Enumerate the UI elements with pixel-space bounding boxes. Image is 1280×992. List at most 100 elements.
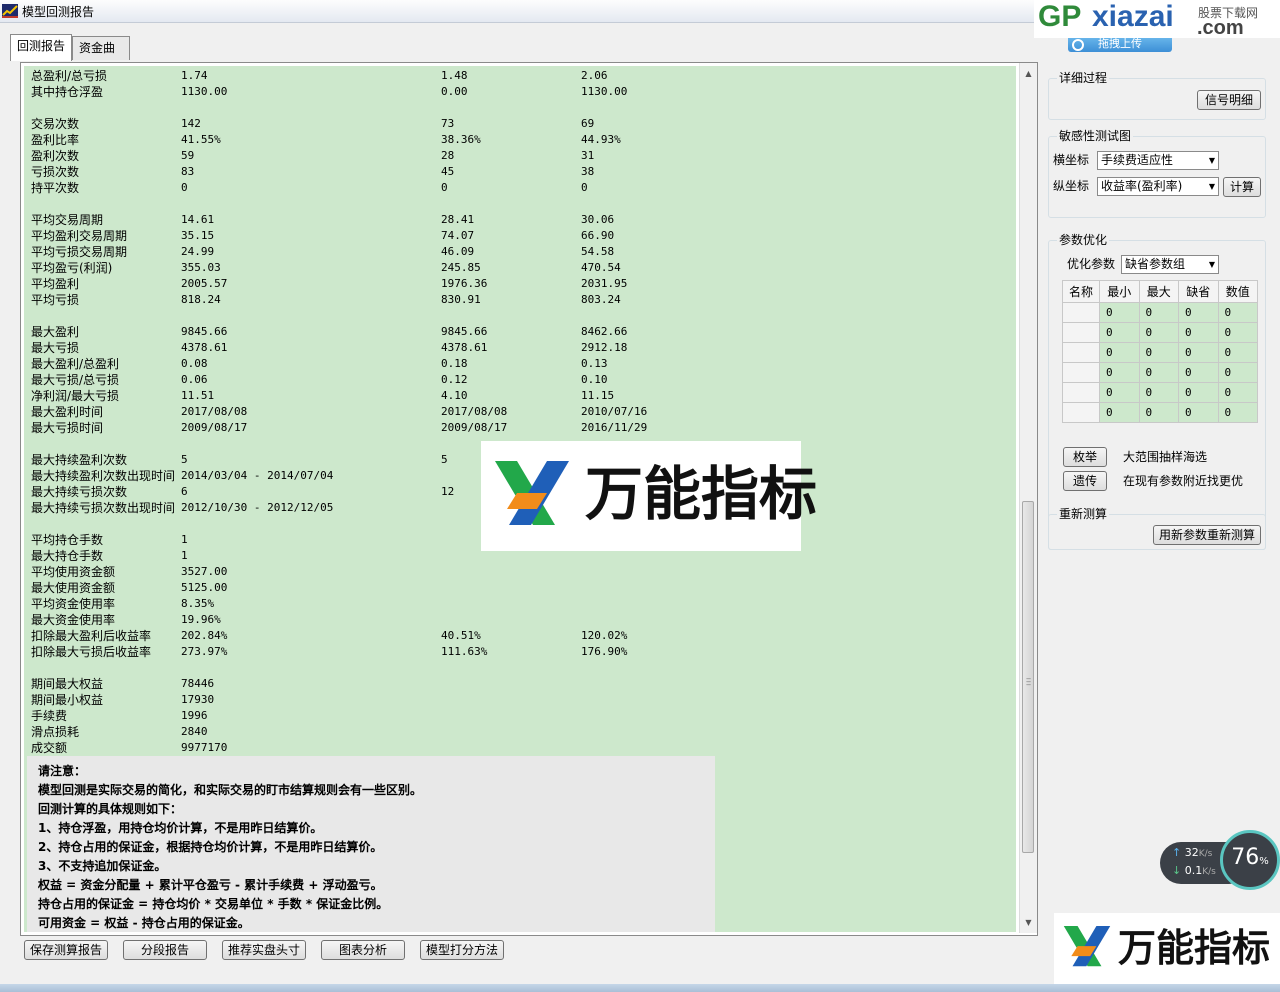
optimize-group-title: 参数优化 [1057, 232, 1110, 248]
report-scrollbar[interactable]: ▲ ‒ ‒ ‒ ▼ [1019, 63, 1037, 933]
stat-value: 5125.00 [181, 581, 228, 594]
stat-value: 2010/07/16 [581, 405, 648, 418]
chevron-down-icon: ▼ [1208, 156, 1215, 165]
tab-backtest-report[interactable]: 回测报告 [10, 34, 72, 61]
table-cell[interactable]: 0 [1217, 342, 1258, 363]
table-cell[interactable] [1062, 302, 1100, 323]
table-cell[interactable]: 0 [1138, 322, 1179, 343]
calculate-button[interactable]: 计算 [1223, 177, 1261, 197]
col-name: 名称 [1062, 280, 1100, 303]
table-cell[interactable]: 0 [1099, 382, 1140, 403]
table-cell[interactable] [1062, 342, 1100, 363]
stat-label: 成交额 [31, 741, 68, 755]
table-cell[interactable]: 0 [1138, 402, 1179, 423]
scroll-up-icon[interactable]: ▲ [1020, 65, 1037, 82]
table-cell[interactable]: 0 [1099, 302, 1140, 323]
scroll-down-icon[interactable]: ▼ [1020, 914, 1037, 931]
upload-label: 拖拽上传 [1098, 38, 1142, 50]
stat-value: 1 [181, 533, 188, 546]
table-cell[interactable]: 0 [1178, 382, 1219, 403]
enumerate-button[interactable]: 枚举 [1063, 447, 1107, 467]
brand-name: 万能指标 [585, 460, 818, 528]
download-arrow-icon: ↓ [1172, 864, 1182, 877]
save-report-button[interactable]: 保存测算报告 [24, 940, 108, 960]
table-row[interactable]: 0000 [1062, 342, 1258, 363]
stat-value: 0 [181, 181, 188, 194]
stat-value: 73 [441, 117, 455, 130]
table-cell[interactable]: 0 [1217, 302, 1258, 323]
table-cell[interactable]: 0 [1138, 362, 1179, 383]
table-cell[interactable]: 0 [1178, 302, 1219, 323]
table-cell[interactable] [1062, 322, 1100, 343]
table-row[interactable]: 0000 [1062, 362, 1258, 383]
stat-value: 818.24 [181, 293, 221, 306]
sensitivity-group-title: 敏感性测试图 [1057, 128, 1134, 144]
table-cell[interactable]: 0 [1138, 302, 1179, 323]
table-cell[interactable]: 0 [1138, 342, 1179, 363]
stat-value: 1 [181, 549, 188, 562]
table-cell[interactable]: 0 [1099, 342, 1140, 363]
table-cell[interactable]: 0 [1099, 402, 1140, 423]
stat-value: 2009/08/17 [441, 421, 508, 434]
segment-report-button[interactable]: 分段报告 [123, 940, 207, 960]
stat-value: 0 [441, 181, 448, 194]
network-speed-widget[interactable]: ↑ 32K/s ↓ 0.1K/s 76% [1160, 830, 1280, 894]
stat-value: 41.55% [181, 133, 221, 146]
x-axis-select[interactable]: 手续费适应性 ▼ [1097, 151, 1219, 170]
stat-value: 245.85 [441, 261, 481, 274]
stat-value: 1130.00 [181, 85, 228, 98]
stat-label: 最大亏损 [31, 341, 80, 355]
table-cell[interactable]: 0 [1217, 362, 1258, 383]
brand-watermark-corner: 万能指标 [1054, 913, 1280, 984]
stat-value: 0 [581, 181, 588, 194]
table-cell[interactable] [1062, 402, 1100, 423]
table-cell[interactable]: 0 [1217, 402, 1258, 423]
optimize-param-select[interactable]: 缺省参数组 ▼ [1121, 255, 1219, 274]
recalculate-button[interactable]: 用新参数重新测算 [1153, 525, 1261, 545]
note-line: 持仓占用的保证金 = 持仓均价 * 交易单位 * 手数 * 保证金比例。 [38, 897, 389, 911]
site-watermark: GP xiazai .com 股票下载网 [1034, 0, 1280, 39]
recommend-position-button[interactable]: 推荐实盘头寸 [222, 940, 306, 960]
table-row[interactable]: 0000 [1062, 302, 1258, 323]
stat-label: 其中持仓浮盈 [31, 85, 104, 99]
note-line: 模型回测是实际交易的简化，和实际交易的盯市结算规则会有一些区别。 [38, 783, 423, 797]
table-cell[interactable]: 0 [1099, 322, 1140, 343]
table-row[interactable]: 0000 [1062, 402, 1258, 423]
scroll-thumb[interactable]: ‒ ‒ ‒ [1022, 501, 1034, 853]
table-cell[interactable]: 0 [1138, 382, 1179, 403]
stat-value: 0.10 [581, 373, 608, 386]
table-cell[interactable]: 0 [1178, 402, 1219, 423]
stat-value: 38.36% [441, 133, 481, 146]
table-cell[interactable] [1062, 382, 1100, 403]
signal-detail-button[interactable]: 信号明细 [1197, 90, 1261, 110]
model-scoring-button[interactable]: 模型打分方法 [420, 940, 504, 960]
genetic-button[interactable]: 遗传 [1063, 471, 1107, 491]
stat-value: 45 [441, 165, 455, 178]
table-row[interactable]: 0000 [1062, 322, 1258, 343]
stat-label: 平均使用资金额 [31, 565, 116, 579]
table-cell[interactable] [1062, 362, 1100, 383]
note-line: 2、持仓占用的保证金，根据持仓均价计算，不是用昨日结算价。 [38, 840, 383, 854]
stat-value: 1.48 [441, 69, 468, 82]
table-cell[interactable]: 0 [1178, 362, 1219, 383]
table-cell[interactable]: 0 [1178, 342, 1219, 363]
chart-analysis-button[interactable]: 图表分析 [321, 940, 405, 960]
genetic-desc: 在现有参数附近找更优 [1123, 474, 1244, 488]
stat-value: 9845.66 [441, 325, 488, 338]
memory-percent: 76 [1231, 845, 1260, 870]
table-row[interactable]: 0000 [1062, 382, 1258, 403]
tab-equity-curve[interactable]: 资金曲线 [72, 36, 130, 77]
upload-button[interactable]: 拖拽上传 [1068, 38, 1172, 52]
stat-value: 2012/10/30 - 2012/12/05 [181, 501, 334, 514]
detail-group-title: 详细过程 [1057, 70, 1110, 86]
y-axis-select[interactable]: 收益率(盈利率) ▼ [1097, 177, 1219, 196]
table-cell[interactable]: 0 [1099, 362, 1140, 383]
table-cell[interactable]: 0 [1217, 382, 1258, 403]
table-cell[interactable]: 0 [1178, 322, 1219, 343]
stat-value: 11.51 [181, 389, 215, 402]
stat-value: 8.35% [181, 597, 215, 610]
stat-label: 亏损次数 [31, 165, 80, 179]
param-table[interactable]: 名称 最小 最大 缺省 数值 000000000000000000000000 [1062, 280, 1258, 423]
note-line: 3、不支持追加保证金。 [38, 859, 167, 873]
table-cell[interactable]: 0 [1217, 322, 1258, 343]
